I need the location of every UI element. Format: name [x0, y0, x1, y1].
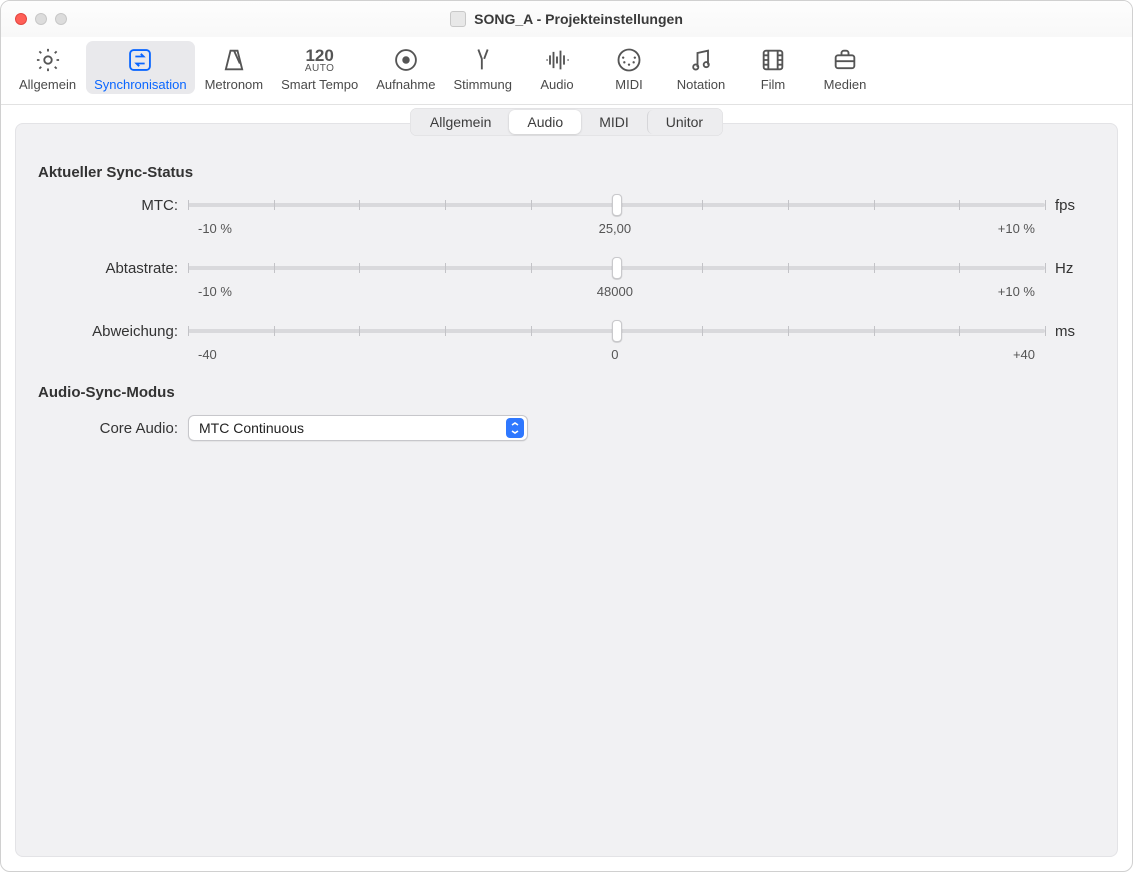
audio-sync-mode-heading: Audio-Sync-Modus — [38, 384, 1095, 401]
toolbar-label: Notation — [677, 77, 725, 92]
project-settings-window: SONG_A - Projekteinstellungen Allgemein … — [0, 0, 1133, 872]
scale-right: +40 — [1013, 347, 1035, 362]
film-icon — [759, 45, 787, 75]
tempo-mode: AUTO — [305, 64, 335, 74]
toolbar-general[interactable]: Allgemein — [11, 41, 84, 94]
toolbar-label: Metronom — [205, 77, 264, 92]
record-icon — [392, 45, 420, 75]
toolbar-label: Smart Tempo — [281, 77, 358, 92]
scale-left: -10 % — [198, 221, 232, 236]
toolbar-midi[interactable]: MIDI — [594, 41, 664, 94]
sample-rate-slider-block: Abtastrate: Hz -10 % 48000 +10 % — [38, 258, 1095, 299]
slider-thumb[interactable] — [612, 194, 622, 216]
sync-subtabs: Allgemein Audio MIDI Unitor — [38, 108, 1095, 136]
sample-rate-scale: -10 % 48000 +10 % — [198, 284, 1035, 299]
toolbar-synchronisation[interactable]: Synchronisation — [86, 41, 195, 94]
sync-status-heading: Aktueller Sync-Status — [38, 164, 1095, 181]
scale-right: +10 % — [998, 284, 1035, 299]
toolbar-film[interactable]: Film — [738, 41, 808, 94]
toolbar-metronome[interactable]: Metronom — [197, 41, 272, 94]
deviation-scale: -40 0 +40 — [198, 347, 1035, 362]
deviation-unit: ms — [1045, 323, 1095, 340]
scale-mid: 0 — [611, 347, 618, 362]
toolbar-label: Film — [761, 77, 786, 92]
mtc-label: MTC: — [38, 197, 188, 214]
close-window-button[interactable] — [15, 13, 27, 25]
minimize-window-button[interactable] — [35, 13, 47, 25]
scale-right: +10 % — [998, 221, 1035, 236]
mtc-scale: -10 % 25,00 +10 % — [198, 221, 1035, 236]
scale-left: -40 — [198, 347, 217, 362]
gear-icon — [34, 45, 62, 75]
app-icon — [450, 11, 466, 27]
toolbar-media[interactable]: Medien — [810, 41, 880, 94]
core-audio-value: MTC Continuous — [199, 420, 304, 436]
deviation-slider[interactable] — [188, 321, 1045, 341]
subtab-unitor[interactable]: Unitor — [647, 110, 721, 134]
core-audio-select[interactable]: MTC Continuous — [188, 415, 528, 441]
toolbar-tuning[interactable]: Stimmung — [445, 41, 520, 94]
title-area: SONG_A - Projekteinstellungen — [1, 11, 1132, 27]
toolbar-label: MIDI — [615, 77, 642, 92]
slider-thumb[interactable] — [612, 320, 622, 342]
settings-panel: Allgemein Audio MIDI Unitor Aktueller Sy… — [15, 123, 1118, 857]
midi-port-icon — [615, 45, 643, 75]
toolbar-label: Medien — [824, 77, 867, 92]
toolbar-recording[interactable]: Aufnahme — [368, 41, 443, 94]
toolbar-label: Audio — [540, 77, 573, 92]
mtc-slider[interactable] — [188, 195, 1045, 215]
tuning-fork-icon — [469, 45, 497, 75]
sample-rate-label: Abtastrate: — [38, 260, 188, 277]
toolbar-notation[interactable]: Notation — [666, 41, 736, 94]
core-audio-row: Core Audio: MTC Continuous — [38, 415, 1095, 441]
tempo-value: 120 — [305, 47, 333, 64]
slider-thumb[interactable] — [612, 257, 622, 279]
select-chevrons-icon — [506, 418, 524, 438]
window-controls — [1, 13, 67, 25]
sync-arrows-icon — [126, 45, 154, 75]
sample-rate-slider[interactable] — [188, 258, 1045, 278]
toolbar-audio[interactable]: Audio — [522, 41, 592, 94]
toolbar-label: Synchronisation — [94, 77, 187, 92]
toolbar-smart-tempo[interactable]: 120 AUTO Smart Tempo — [273, 41, 366, 94]
zoom-window-button[interactable] — [55, 13, 67, 25]
scale-mid: 48000 — [597, 284, 633, 299]
core-audio-label: Core Audio: — [38, 420, 188, 437]
subtab-midi[interactable]: MIDI — [581, 110, 647, 134]
toolbar-label: Stimmung — [453, 77, 512, 92]
sample-rate-unit: Hz — [1045, 260, 1095, 277]
content-area: Allgemein Audio MIDI Unitor Aktueller Sy… — [1, 105, 1132, 871]
tempo-icon: 120 AUTO — [305, 45, 335, 75]
scale-left: -10 % — [198, 284, 232, 299]
deviation-slider-block: Abweichung: ms -40 0 +40 — [38, 321, 1095, 362]
toolbar-label: Aufnahme — [376, 77, 435, 92]
mtc-slider-block: MTC: fps -10 % 25,00 +10 % — [38, 195, 1095, 236]
titlebar: SONG_A - Projekteinstellungen — [1, 1, 1132, 37]
music-notes-icon — [687, 45, 715, 75]
metronome-icon — [220, 45, 248, 75]
mtc-unit: fps — [1045, 197, 1095, 214]
deviation-label: Abweichung: — [38, 323, 188, 340]
briefcase-icon — [831, 45, 859, 75]
subtab-audio[interactable]: Audio — [509, 110, 581, 134]
waveform-icon — [543, 45, 571, 75]
main-toolbar: Allgemein Synchronisation Metronom 120 A… — [1, 37, 1132, 105]
toolbar-label: Allgemein — [19, 77, 76, 92]
subtab-general[interactable]: Allgemein — [412, 110, 509, 134]
window-title: SONG_A - Projekteinstellungen — [474, 11, 683, 27]
segmented-control: Allgemein Audio MIDI Unitor — [410, 108, 723, 136]
scale-mid: 25,00 — [599, 221, 632, 236]
